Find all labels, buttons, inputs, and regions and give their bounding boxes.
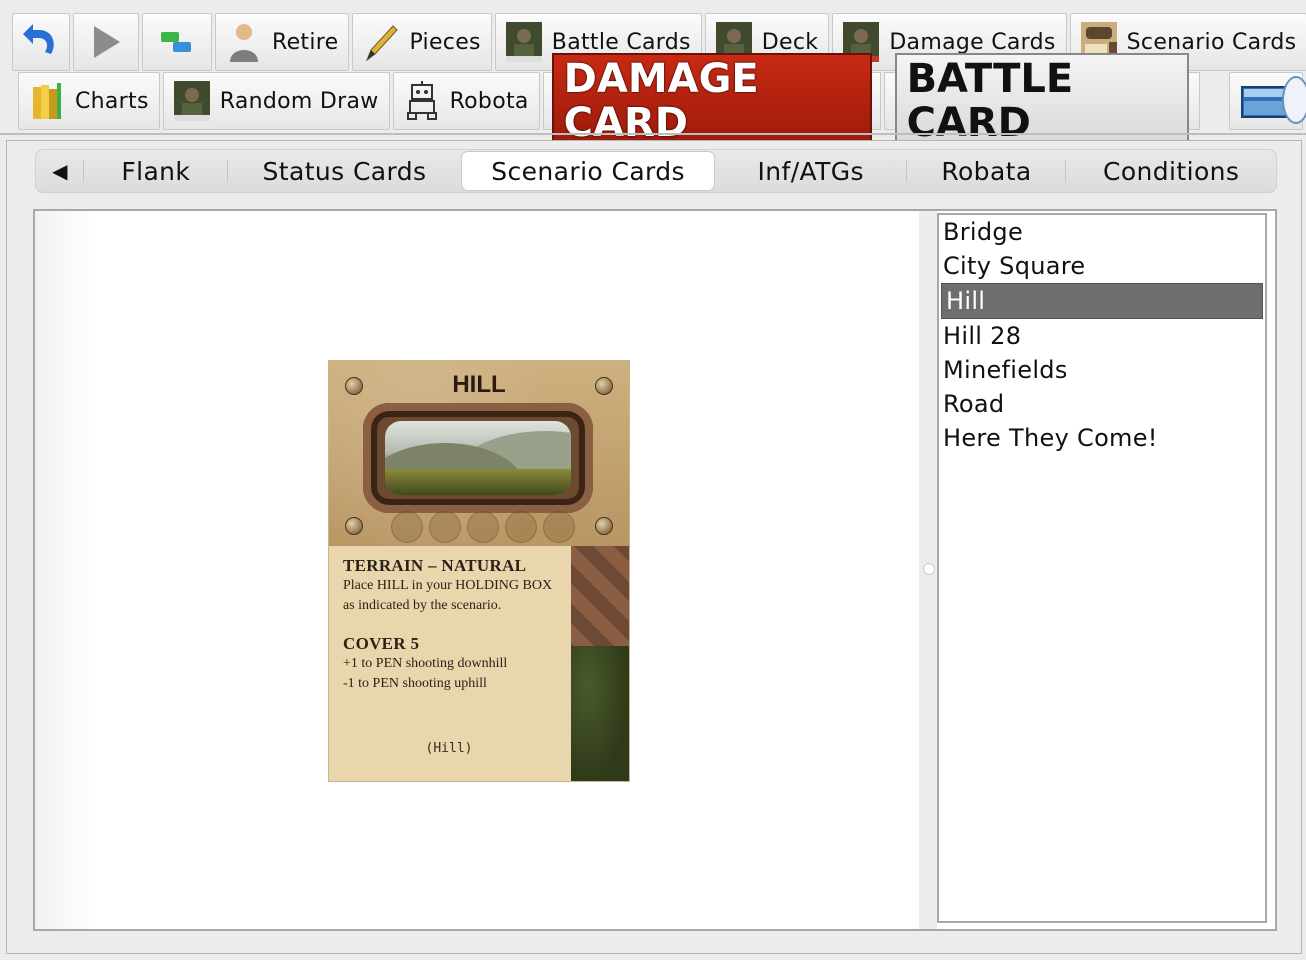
pieces-button[interactable]: Pieces [352, 13, 492, 71]
grass-shape [385, 469, 571, 495]
pieces-label: Pieces [409, 29, 481, 55]
random-draw-label: Random Draw [219, 88, 379, 114]
card-viewer: HILL TERRAIN – NATURAL Place HILL in you… [35, 211, 919, 929]
marker-circle [505, 511, 537, 543]
scenario-card-list: Bridge City Square Hill Hill 28 Minefiel… [937, 213, 1267, 923]
random-draw-button[interactable]: Random Draw [162, 72, 390, 130]
tab-bar: ◀ Flank Status Cards Scenario Cards Inf/… [35, 149, 1277, 193]
list-item[interactable]: Road [939, 387, 1265, 421]
list-item[interactable]: Bridge [939, 215, 1265, 249]
undo-button[interactable] [12, 13, 70, 71]
retire-label: Retire [272, 29, 339, 55]
card-title: HILL [452, 371, 506, 398]
play-icon [86, 20, 126, 64]
overflow-arrow-icon[interactable] [1282, 76, 1306, 124]
rivet-icon [345, 517, 363, 535]
play-button[interactable] [73, 13, 139, 71]
main-toolbar-row-2: Charts Random Draw Robota DAMAGE CARD BA… [0, 53, 1306, 149]
list-item-selected[interactable]: Hill [941, 283, 1263, 319]
robota-label: Robota [449, 88, 529, 114]
tab-flank[interactable]: Flank [84, 150, 228, 192]
marker-circle [543, 511, 575, 543]
card-text-line: -1 to PEN shooting uphill [343, 676, 487, 691]
split-pane-divider[interactable] [919, 211, 937, 929]
chat-icon [157, 20, 197, 64]
tab-conditions[interactable]: Conditions [1066, 150, 1276, 192]
rivet-icon [595, 517, 613, 535]
tab-scenario-cards[interactable]: Scenario Cards [461, 151, 715, 191]
list-item[interactable]: Here They Come! [939, 421, 1265, 455]
tab-content: HILL TERRAIN – NATURAL Place HILL in you… [33, 209, 1277, 931]
marker-circle [467, 511, 499, 543]
divider-handle[interactable] [923, 563, 935, 575]
retire-button[interactable]: Retire [215, 13, 350, 71]
card-text-line: as indicated by the scenario. [343, 598, 502, 613]
undo-icon [21, 20, 61, 64]
card-heading-terrain: TERRAIN – NATURAL [343, 556, 527, 575]
tab-label: Scenario Cards [491, 156, 685, 186]
list-item[interactable]: Hill 28 [939, 319, 1265, 353]
soldier-card-icon [504, 20, 544, 64]
card-text: TERRAIN – NATURAL Place HILL in your HOL… [343, 556, 567, 694]
tab-status-cards[interactable]: Status Cards [228, 150, 462, 192]
damage-card-button[interactable]: DAMAGE CARD [542, 53, 881, 149]
deck-label: Deck [761, 29, 819, 55]
battle-cards-label: Battle Cards [551, 29, 691, 55]
camouflage-strip [571, 546, 629, 781]
books-icon [27, 79, 67, 123]
card-heading-cover: COVER 5 [343, 634, 420, 653]
tab-label: Conditions [1102, 156, 1240, 186]
tab-scroll-left-button[interactable]: ◀ [36, 150, 84, 192]
pencil-icon [361, 20, 401, 64]
rivet-icon [595, 377, 613, 395]
card-marker-circles [391, 511, 575, 543]
scenario-card-image[interactable]: HILL TERRAIN – NATURAL Place HILL in you… [329, 361, 629, 781]
card-text-line: +1 to PEN shooting downhill [343, 656, 508, 671]
hill-landscape-image [385, 421, 571, 495]
charts-label: Charts [75, 88, 149, 114]
tab-label: Status Cards [262, 156, 427, 186]
tab-label: Robata [941, 156, 1032, 186]
card-text-line: Place HILL in your HOLDING BOX [343, 578, 553, 593]
main-panel: ◀ Flank Status Cards Scenario Cards Inf/… [6, 140, 1302, 954]
tab-inf-atgs[interactable]: Inf/ATGs [715, 150, 907, 192]
charts-button[interactable]: Charts [18, 72, 160, 130]
tab-robata[interactable]: Robata [907, 150, 1067, 192]
rivet-icon [345, 377, 363, 395]
card-footer: (Hill) [425, 741, 473, 756]
card-picture-frame [363, 403, 593, 513]
robota-button[interactable]: Robota [392, 72, 540, 130]
left-arrow-icon: ◀ [52, 159, 68, 183]
soldier-card-icon [172, 79, 212, 123]
robot-icon [402, 79, 442, 123]
list-item[interactable]: City Square [939, 249, 1265, 283]
marker-circle [429, 511, 461, 543]
tab-label: Flank [121, 156, 191, 186]
damage-cards-label: Damage Cards [889, 29, 1056, 55]
chat-button[interactable] [142, 13, 212, 71]
scenario-cards-label: Scenario Cards [1126, 29, 1297, 55]
person-icon [224, 20, 264, 64]
toolbar-separator [0, 133, 1306, 135]
tab-label: Inf/ATGs [757, 156, 864, 186]
marker-circle [391, 511, 423, 543]
battle-card-button[interactable]: BATTLE CARD [883, 53, 1200, 149]
list-item[interactable]: Minefields [939, 353, 1265, 387]
